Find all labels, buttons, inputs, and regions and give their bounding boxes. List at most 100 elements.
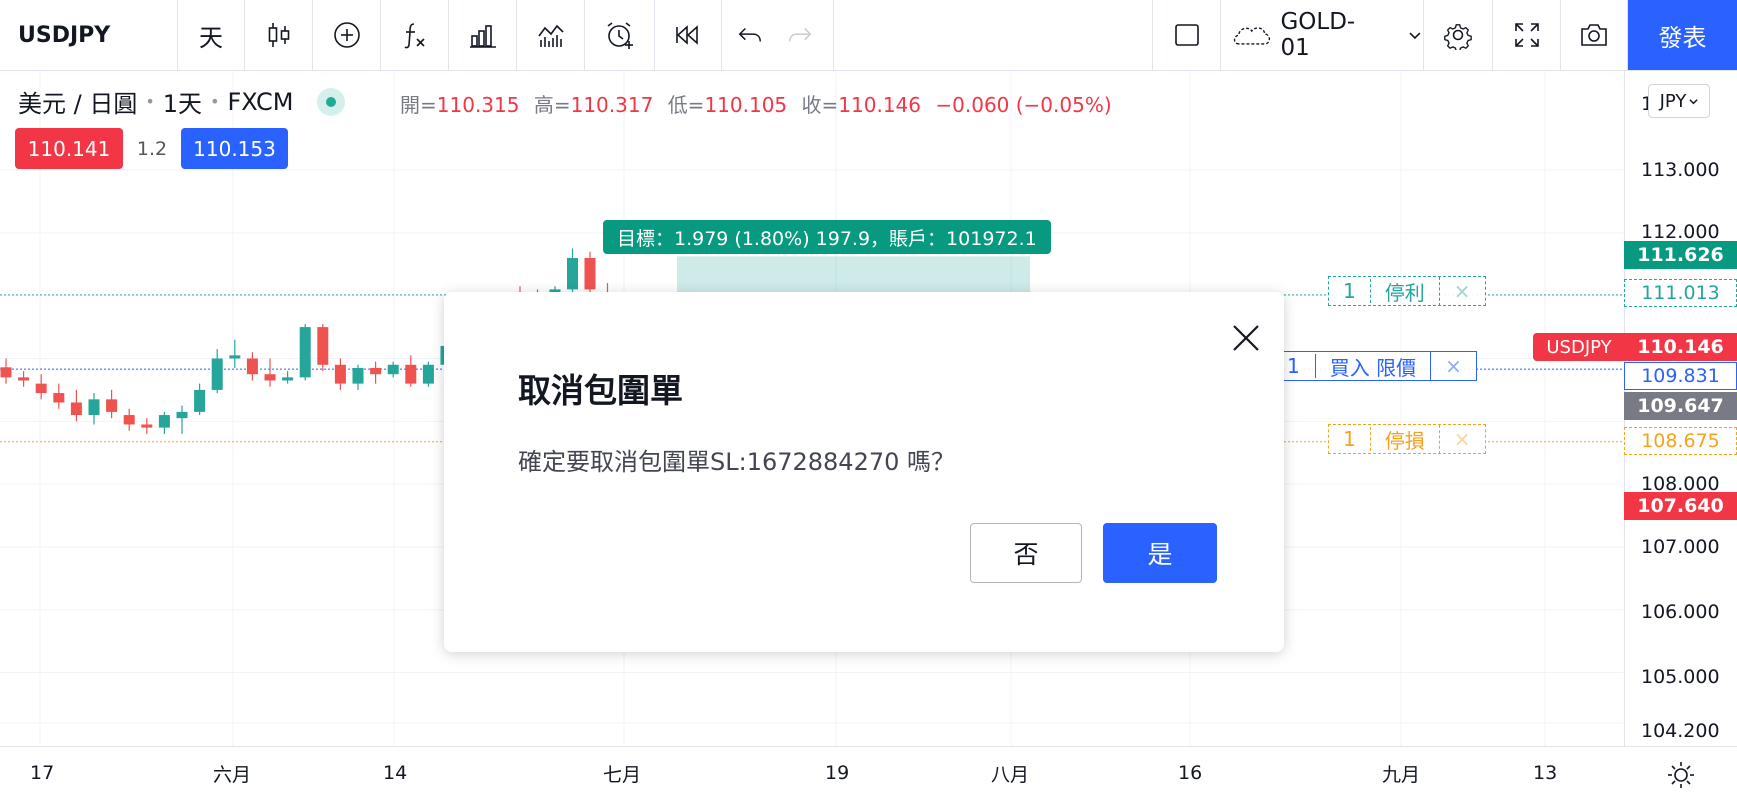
- fullscreen-icon: [1514, 23, 1539, 47]
- cloud-icon: [1233, 27, 1271, 45]
- ohlc-values: 開=110.315 高=110.317 低=110.105 收=110.146 …: [400, 89, 1112, 118]
- add-indicator-button[interactable]: [313, 0, 381, 70]
- legend-pair: 美元 / 日圓: [18, 90, 138, 118]
- chart-settings-button[interactable]: [1666, 760, 1696, 790]
- close-button[interactable]: [1224, 316, 1268, 360]
- candle-body: [229, 355, 241, 359]
- indicators-button[interactable]: [381, 0, 449, 70]
- take-profit-qty: 1: [1329, 279, 1371, 303]
- top-toolbar: USDJPY 天 GOLD-01 發表: [0, 0, 1737, 71]
- camera-icon: [1581, 24, 1607, 46]
- stop-loss-price-label: 108.675: [1624, 427, 1737, 455]
- time-tick: 六月: [213, 764, 252, 786]
- layout-name: GOLD-01: [1280, 9, 1356, 61]
- target-price-label: 111.626: [1624, 241, 1737, 269]
- price-tick: 104.200: [1641, 720, 1720, 742]
- symbol-price-tag: USDJPY: [1533, 333, 1625, 361]
- stop-loss-label: 停損: [1371, 424, 1440, 454]
- candle-body: [0, 367, 12, 378]
- legend-separator: •: [145, 92, 155, 111]
- publish-button[interactable]: 發表: [1628, 0, 1737, 70]
- time-axis[interactable]: [0, 746, 1737, 806]
- close-icon: [1233, 325, 1259, 351]
- time-tick: 16: [1178, 762, 1203, 784]
- symbol-search-button[interactable]: USDJPY: [0, 0, 178, 70]
- candle-body: [53, 393, 65, 403]
- snapshot-button[interactable]: [1561, 0, 1628, 70]
- buy-limit-order[interactable]: 1 買入 限價 ×: [1270, 351, 1477, 381]
- price-tick: 112.000: [1641, 221, 1720, 243]
- candle-body: [176, 411, 188, 419]
- chevron-down-icon: [1409, 32, 1421, 40]
- candle-body: [334, 364, 346, 384]
- last-price-label: 110.146: [1624, 333, 1737, 361]
- candle-body: [123, 415, 135, 425]
- square-icon: [1174, 24, 1199, 46]
- high-value: 110.317: [570, 93, 654, 117]
- candle-body: [317, 327, 329, 365]
- currency-button[interactable]: JPY: [1648, 84, 1710, 118]
- candle-body: [194, 389, 206, 412]
- close-value: 110.146: [838, 93, 922, 117]
- layout-menu-button[interactable]: GOLD-01: [1221, 0, 1424, 70]
- legend-interval: 1天: [162, 90, 203, 118]
- candle-body: [422, 364, 434, 384]
- market-open-dot: [326, 96, 337, 107]
- candle-body: [35, 383, 47, 394]
- candle-body: [352, 367, 364, 384]
- undo-icon[interactable]: [736, 21, 764, 49]
- open-label: 開=: [400, 93, 437, 117]
- low-label: 低=: [667, 93, 705, 117]
- stop-loss-order[interactable]: 1 停損 ×: [1328, 424, 1486, 454]
- replay-button[interactable]: [655, 0, 722, 70]
- currency-label: JPY: [1659, 90, 1687, 112]
- take-profit-order[interactable]: 1 停利 ×: [1328, 276, 1486, 306]
- candle-body: [158, 415, 170, 428]
- yes-button[interactable]: 是: [1103, 523, 1217, 583]
- drawing-mode-button[interactable]: [1152, 0, 1221, 70]
- chart-type-button[interactable]: [245, 0, 313, 70]
- buy-button[interactable]: 110.153: [181, 128, 288, 169]
- price-tick: 105.000: [1641, 666, 1720, 688]
- sell-button[interactable]: 110.141: [15, 128, 123, 169]
- take-profit-close-icon[interactable]: ×: [1440, 279, 1485, 303]
- time-tick: 八月: [991, 764, 1030, 786]
- take-profit-price-label: 111.013: [1624, 279, 1737, 307]
- price-tick: 107.000: [1641, 536, 1720, 558]
- market-status-indicator[interactable]: [317, 87, 346, 116]
- stop-loss-qty: 1: [1329, 427, 1371, 451]
- time-tick: 13: [1533, 762, 1558, 784]
- price-tick: 113.000: [1641, 159, 1720, 181]
- buy-limit-close-icon[interactable]: ×: [1431, 354, 1476, 378]
- target-zone: [677, 256, 1030, 295]
- time-tick: 九月: [1382, 764, 1421, 786]
- no-button[interactable]: 否: [970, 523, 1082, 583]
- legend-separator: •: [210, 92, 220, 111]
- fullscreen-button[interactable]: [1493, 0, 1561, 70]
- fx-icon: [403, 23, 425, 49]
- compare-button[interactable]: [449, 0, 517, 70]
- change-value: −0.060 (−0.05%): [935, 93, 1112, 117]
- series-legend: 美元 / 日圓 • 1天 • FXCM: [18, 84, 346, 119]
- alert-button[interactable]: [585, 0, 655, 70]
- templates-icon: [537, 24, 564, 47]
- limit-price-label: 109.831: [1624, 362, 1737, 390]
- stop-loss-close-icon[interactable]: ×: [1440, 427, 1485, 451]
- templates-button[interactable]: [517, 0, 585, 70]
- candle-body: [246, 358, 258, 375]
- redo-icon[interactable]: [786, 21, 814, 49]
- candle-body: [584, 257, 596, 290]
- candle-body: [370, 367, 382, 375]
- candle-body: [141, 424, 153, 428]
- price-tick: 106.000: [1641, 601, 1720, 623]
- sun-icon: [1668, 762, 1694, 788]
- crosshair-price-label: 109.647: [1624, 392, 1737, 420]
- settings-button[interactable]: [1424, 0, 1493, 70]
- alert-icon: [607, 22, 633, 49]
- candle-body: [282, 377, 294, 381]
- interval-button[interactable]: 天: [178, 0, 245, 70]
- candle-body: [18, 377, 30, 381]
- time-tick: 17: [30, 762, 55, 784]
- close-label: 收=: [801, 93, 839, 117]
- legend-exchange: FXCM: [227, 87, 294, 116]
